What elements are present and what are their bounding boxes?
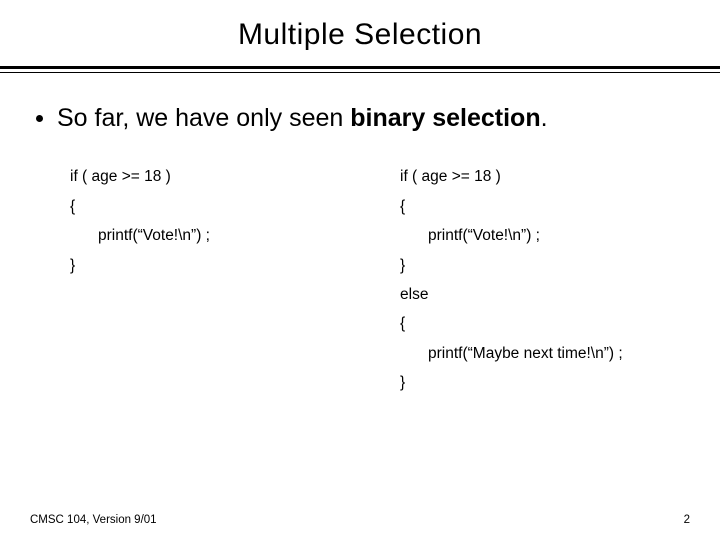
code-line: }: [400, 368, 690, 397]
bullet-suffix: .: [541, 104, 548, 132]
slide: Multiple Selection So far, we have only …: [0, 0, 720, 540]
bullet-bold: binary selection: [350, 104, 540, 132]
code-line: printf(“Vote!\n”) ;: [70, 221, 360, 250]
footer-left: CMSC 104, Version 9/01: [30, 514, 157, 526]
code-columns: if ( age >= 18 ) { printf(“Vote!\n”) ; }…: [30, 162, 690, 398]
code-line: }: [70, 251, 360, 280]
bullet-item: So far, we have only seen binary selecti…: [36, 103, 690, 134]
code-line: {: [400, 192, 690, 221]
code-line: printf(“Maybe next time!\n”) ;: [400, 339, 690, 368]
bullet-dot-icon: [36, 115, 43, 122]
code-line: }: [400, 251, 690, 280]
title-rule: [0, 66, 720, 73]
page-number: 2: [684, 514, 690, 526]
code-line: else: [400, 280, 690, 309]
bullet-text: So far, we have only seen binary selecti…: [57, 103, 548, 134]
code-line: printf(“Vote!\n”) ;: [400, 221, 690, 250]
code-line: {: [70, 192, 360, 221]
code-right: if ( age >= 18 ) { printf(“Vote!\n”) ; }…: [360, 162, 690, 398]
footer: CMSC 104, Version 9/01 2: [30, 514, 690, 526]
code-line: if ( age >= 18 ): [400, 162, 690, 191]
code-line: {: [400, 309, 690, 338]
bullet-prefix: So far, we have only seen: [57, 104, 350, 132]
slide-title: Multiple Selection: [30, 18, 690, 52]
code-left: if ( age >= 18 ) { printf(“Vote!\n”) ; }: [30, 162, 360, 398]
code-line: if ( age >= 18 ): [70, 162, 360, 191]
